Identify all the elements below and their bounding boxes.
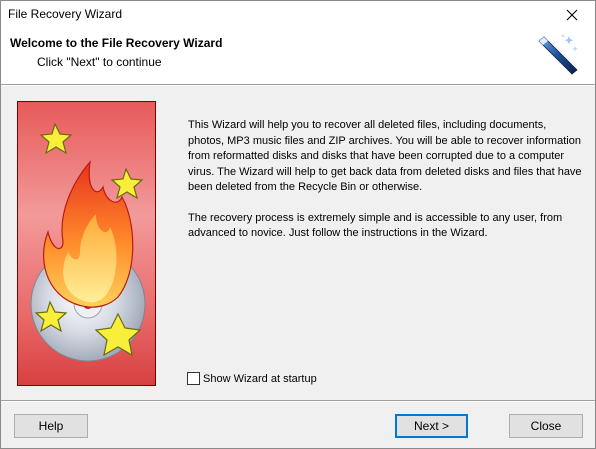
header-divider: [1, 85, 595, 86]
window-close-button[interactable]: [549, 1, 595, 28]
show-wizard-option[interactable]: Show Wizard at startup: [187, 372, 317, 385]
window-title: File Recovery Wizard: [8, 7, 123, 21]
intro-paragraph-1: This Wizard will help you to recover all…: [188, 119, 582, 193]
intro-paragraph-2: The recovery process is extremely simple…: [188, 211, 563, 240]
next-button[interactable]: Next >: [395, 414, 468, 438]
footer-divider: [1, 400, 595, 401]
close-icon: [566, 9, 578, 20]
close-button[interactable]: Close: [509, 414, 583, 438]
show-wizard-label: Show Wizard at startup: [203, 372, 317, 385]
help-button[interactable]: Help: [14, 414, 88, 438]
title-bar: File Recovery Wizard: [1, 1, 595, 28]
page-subtitle: Click "Next" to continue: [37, 55, 162, 69]
fire-cd-stars-illustration: [30, 122, 146, 362]
intro-text: This Wizard will help you to recover all…: [188, 118, 583, 242]
wizard-illustration: [17, 101, 156, 386]
wizard-window: File Recovery Wizard Welcome to the File…: [0, 0, 596, 449]
magic-wand-icon: [538, 34, 578, 75]
show-wizard-checkbox[interactable]: [187, 372, 200, 385]
wizard-header: Welcome to the File Recovery Wizard Clic…: [1, 28, 595, 85]
page-title: Welcome to the File Recovery Wizard: [10, 36, 223, 50]
